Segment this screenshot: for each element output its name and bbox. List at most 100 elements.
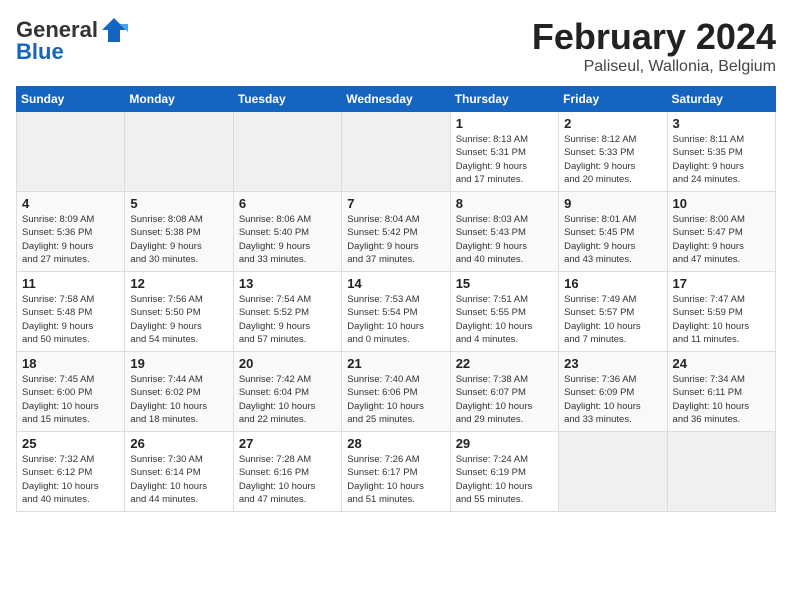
calendar-day-header: Thursday [450,87,558,112]
day-info: Sunrise: 7:36 AM Sunset: 6:09 PM Dayligh… [564,373,661,426]
calendar-cell: 28 Sunrise: 7:26 AM Sunset: 6:17 PM Dayli… [342,432,450,512]
calendar-day-header: Tuesday [233,87,341,112]
day-number: 12 [130,276,227,291]
calendar-body: 1 Sunrise: 8:13 AM Sunset: 5:31 PM Daylig… [17,112,776,512]
day-info: Sunrise: 7:51 AM Sunset: 5:55 PM Dayligh… [456,293,553,346]
day-info: Sunrise: 7:32 AM Sunset: 6:12 PM Dayligh… [22,453,119,506]
calendar-cell: 22 Sunrise: 7:38 AM Sunset: 6:07 PM Dayli… [450,352,558,432]
day-info: Sunrise: 8:09 AM Sunset: 5:36 PM Dayligh… [22,213,119,266]
calendar-day-header: Friday [559,87,667,112]
day-number: 16 [564,276,661,291]
calendar-week-row: 25 Sunrise: 7:32 AM Sunset: 6:12 PM Dayli… [17,432,776,512]
calendar-week-row: 4 Sunrise: 8:09 AM Sunset: 5:36 PM Daylig… [17,192,776,272]
day-info: Sunrise: 8:12 AM Sunset: 5:33 PM Dayligh… [564,133,661,186]
calendar-cell: 21Sunrise: 7:40 AM Sunset: 6:06 PM Dayli… [342,352,450,432]
day-number: 29 [456,436,553,451]
calendar-cell: 14 Sunrise: 7:53 AM Sunset: 5:54 PM Dayli… [342,272,450,352]
calendar-cell: 17 Sunrise: 7:47 AM Sunset: 5:59 PM Dayli… [667,272,775,352]
day-number: 9 [564,196,661,211]
day-number: 7 [347,196,444,211]
calendar-cell: 12 Sunrise: 7:56 AM Sunset: 5:50 PM Dayli… [125,272,233,352]
day-number: 1 [456,116,553,131]
day-number: 14 [347,276,444,291]
day-info: Sunrise: 8:03 AM Sunset: 5:43 PM Dayligh… [456,213,553,266]
location-title: Paliseul, Wallonia, Belgium [532,58,776,76]
day-number: 22 [456,356,553,371]
calendar-cell: 20 Sunrise: 7:42 AM Sunset: 6:04 PM Dayli… [233,352,341,432]
title-area: February 2024 Paliseul, Wallonia, Belgiu… [532,16,776,76]
day-number: 11 [22,276,119,291]
day-number: 8 [456,196,553,211]
day-info: Sunrise: 7:58 AM Sunset: 5:48 PM Dayligh… [22,293,119,346]
day-info: Sunrise: 7:56 AM Sunset: 5:50 PM Dayligh… [130,293,227,346]
calendar-day-header: Saturday [667,87,775,112]
calendar-cell [17,112,125,192]
calendar-cell: 11 Sunrise: 7:58 AM Sunset: 5:48 PM Dayli… [17,272,125,352]
calendar-table: SundayMondayTuesdayWednesdayThursdayFrid… [16,86,776,512]
calendar-cell [559,432,667,512]
calendar-cell: 9 Sunrise: 8:01 AM Sunset: 5:45 PM Daylig… [559,192,667,272]
calendar-cell: 26Sunrise: 7:30 AM Sunset: 6:14 PM Dayli… [125,432,233,512]
day-info: Sunrise: 7:28 AM Sunset: 6:16 PM Dayligh… [239,453,336,506]
day-number: 24 [673,356,770,371]
calendar-cell [125,112,233,192]
day-info: Sunrise: 8:08 AM Sunset: 5:38 PM Dayligh… [130,213,227,266]
day-info: Sunrise: 8:00 AM Sunset: 5:47 PM Dayligh… [673,213,770,266]
calendar-day-header: Monday [125,87,233,112]
calendar-cell: 8 Sunrise: 8:03 AM Sunset: 5:43 PM Daylig… [450,192,558,272]
day-number: 20 [239,356,336,371]
calendar-week-row: 11 Sunrise: 7:58 AM Sunset: 5:48 PM Dayli… [17,272,776,352]
calendar-cell: 29Sunrise: 7:24 AM Sunset: 6:19 PM Dayli… [450,432,558,512]
day-info: Sunrise: 8:01 AM Sunset: 5:45 PM Dayligh… [564,213,661,266]
day-info: Sunrise: 8:06 AM Sunset: 5:40 PM Dayligh… [239,213,336,266]
calendar-week-row: 1 Sunrise: 8:13 AM Sunset: 5:31 PM Daylig… [17,112,776,192]
day-info: Sunrise: 7:38 AM Sunset: 6:07 PM Dayligh… [456,373,553,426]
calendar-cell: 19Sunrise: 7:44 AM Sunset: 6:02 PM Dayli… [125,352,233,432]
page-header: General Blue February 2024 Paliseul, Wal… [16,16,776,76]
day-info: Sunrise: 7:45 AM Sunset: 6:00 PM Dayligh… [22,373,119,426]
calendar-cell: 5 Sunrise: 8:08 AM Sunset: 5:38 PM Daylig… [125,192,233,272]
calendar-week-row: 18 Sunrise: 7:45 AM Sunset: 6:00 PM Dayli… [17,352,776,432]
day-info: Sunrise: 8:13 AM Sunset: 5:31 PM Dayligh… [456,133,553,186]
day-number: 3 [673,116,770,131]
calendar-cell: 23 Sunrise: 7:36 AM Sunset: 6:09 PM Dayli… [559,352,667,432]
day-number: 21 [347,356,444,371]
calendar-cell [233,112,341,192]
calendar-cell [667,432,775,512]
day-number: 17 [673,276,770,291]
day-number: 26 [130,436,227,451]
calendar-cell: 2 Sunrise: 8:12 AM Sunset: 5:33 PM Daylig… [559,112,667,192]
calendar-cell: 13Sunrise: 7:54 AM Sunset: 5:52 PM Dayli… [233,272,341,352]
day-number: 6 [239,196,336,211]
calendar-header-row: SundayMondayTuesdayWednesdayThursdayFrid… [17,87,776,112]
day-number: 15 [456,276,553,291]
day-number: 27 [239,436,336,451]
day-number: 13 [239,276,336,291]
day-info: Sunrise: 8:04 AM Sunset: 5:42 PM Dayligh… [347,213,444,266]
day-info: Sunrise: 8:11 AM Sunset: 5:35 PM Dayligh… [673,133,770,186]
day-info: Sunrise: 7:42 AM Sunset: 6:04 PM Dayligh… [239,373,336,426]
day-number: 28 [347,436,444,451]
day-number: 2 [564,116,661,131]
day-number: 4 [22,196,119,211]
calendar-cell: 7 Sunrise: 8:04 AM Sunset: 5:42 PM Daylig… [342,192,450,272]
calendar-cell: 3 Sunrise: 8:11 AM Sunset: 5:35 PM Daylig… [667,112,775,192]
calendar-cell [342,112,450,192]
calendar-cell: 24Sunrise: 7:34 AM Sunset: 6:11 PM Dayli… [667,352,775,432]
calendar-cell: 25 Sunrise: 7:32 AM Sunset: 6:12 PM Dayli… [17,432,125,512]
day-number: 25 [22,436,119,451]
calendar-cell: 15 Sunrise: 7:51 AM Sunset: 5:55 PM Dayli… [450,272,558,352]
day-number: 5 [130,196,227,211]
calendar-cell: 18 Sunrise: 7:45 AM Sunset: 6:00 PM Dayli… [17,352,125,432]
day-info: Sunrise: 7:26 AM Sunset: 6:17 PM Dayligh… [347,453,444,506]
calendar-cell: 6 Sunrise: 8:06 AM Sunset: 5:40 PM Daylig… [233,192,341,272]
day-number: 18 [22,356,119,371]
day-number: 10 [673,196,770,211]
logo: General Blue [16,16,128,64]
calendar-day-header: Wednesday [342,87,450,112]
day-number: 23 [564,356,661,371]
day-info: Sunrise: 7:53 AM Sunset: 5:54 PM Dayligh… [347,293,444,346]
day-info: Sunrise: 7:47 AM Sunset: 5:59 PM Dayligh… [673,293,770,346]
calendar-day-header: Sunday [17,87,125,112]
month-title: February 2024 [532,16,776,58]
